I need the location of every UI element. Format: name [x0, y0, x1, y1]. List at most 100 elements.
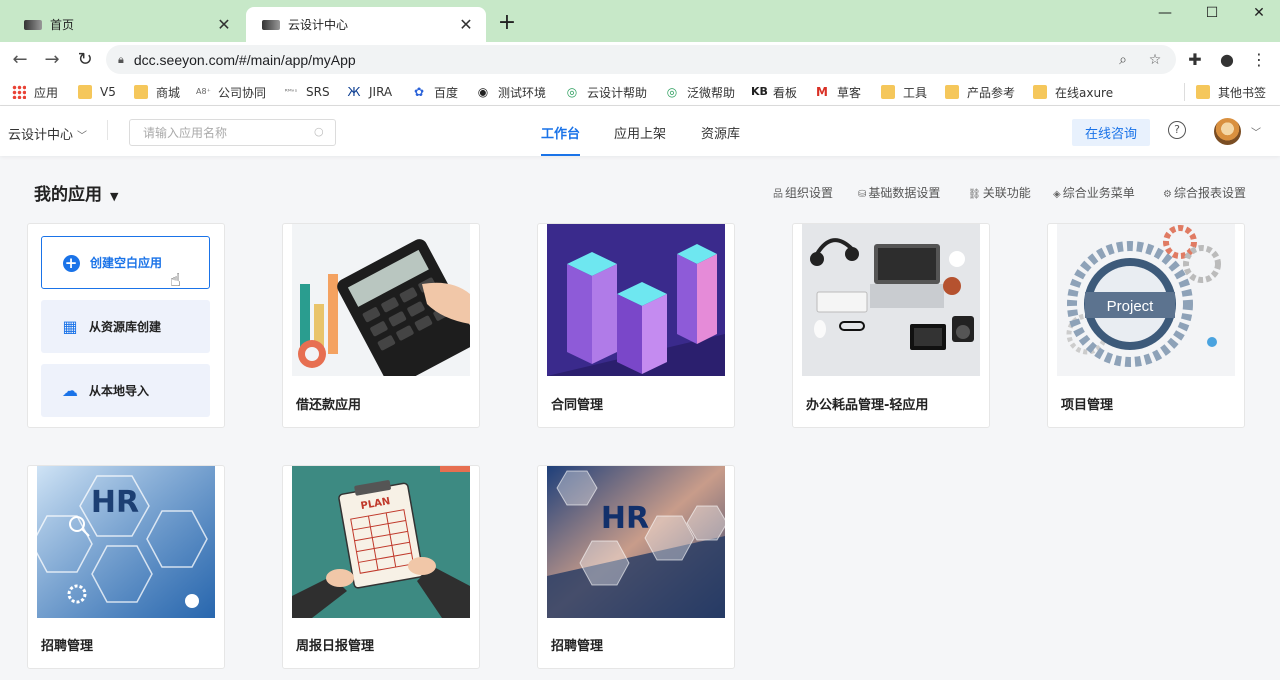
bookmark-label: SRS: [306, 85, 330, 99]
bookmark-label: 百度: [434, 85, 459, 100]
seeyon-favicon-icon: [24, 19, 42, 30]
extensions-puzzle-icon[interactable]: ✚: [1182, 47, 1208, 73]
bookmark-label: 在线axure: [1055, 85, 1114, 100]
chevron-down-icon: ﹀: [77, 131, 88, 142]
bookmark-jira[interactable]: Ж JIRA: [347, 82, 393, 102]
bookmark-caoke[interactable]: M 草客: [815, 82, 861, 102]
app-card[interactable]: Project 项目管理: [1047, 223, 1245, 428]
cloud-upload-icon: ☁: [62, 380, 78, 400]
hand-cursor-icon: ☝: [170, 270, 181, 291]
new-tab-button[interactable]: +: [495, 12, 519, 36]
close-icon[interactable]: ✕: [214, 15, 234, 34]
app-card[interactable]: HR 招聘管理: [27, 465, 225, 669]
app-name: 办公耗品管理-轻应用: [806, 398, 929, 413]
app-name: 招聘管理: [41, 639, 94, 654]
app-card[interactable]: 合同管理: [537, 223, 735, 428]
bookmark-label: V5: [100, 85, 116, 99]
forward-arrow-icon[interactable]: →: [38, 46, 66, 74]
address-bar[interactable]: 🔒︎ dcc.seeyon.com/#/main/app/myApp ⌕ ☆: [106, 45, 1176, 74]
close-icon[interactable]: ✕: [456, 15, 476, 34]
bookmark-apps[interactable]: 应用: [12, 82, 58, 102]
avatar[interactable]: [1214, 118, 1241, 145]
globe-icon: ◉: [477, 85, 489, 99]
database-icon: ⛁: [858, 189, 867, 200]
bookmark-v5[interactable]: V5: [78, 82, 116, 102]
window-close-icon[interactable]: ✕: [1236, 0, 1280, 28]
online-consult-button[interactable]: 在线咨询: [1072, 119, 1150, 146]
bookmark-label: 看板: [773, 85, 798, 100]
browser-tab-home[interactable]: 首页 ✕: [8, 7, 244, 42]
settings-label: 综合业务菜单: [1062, 186, 1135, 200]
create-blank-app-button[interactable]: + 创建空白应用: [41, 236, 210, 289]
bookmark-label: 其他书签: [1218, 85, 1267, 100]
bookmark-online-axure[interactable]: 在线axure: [1033, 82, 1113, 102]
app-card[interactable]: 办公耗品管理-轻应用: [792, 223, 990, 428]
zoom-icon[interactable]: ⌕: [1112, 49, 1134, 71]
linked-functions-link[interactable]: ⛓ 关联功能: [968, 184, 1031, 201]
bookmark-product-ref[interactable]: 产品参考: [945, 82, 1015, 102]
tab-resource-library[interactable]: 资源库: [701, 123, 740, 156]
page-title[interactable]: 我的应用 ▼: [34, 180, 118, 205]
hr-network-image: HR: [37, 466, 215, 618]
bookmark-label: 产品参考: [967, 85, 1016, 100]
bookmark-label: 草客: [837, 85, 862, 100]
app-name: 招聘管理: [551, 639, 604, 654]
baidu-icon: ✿: [413, 85, 425, 99]
app-card[interactable]: PLAN 周报日报管理: [282, 465, 480, 669]
layers-icon: ◈: [1053, 189, 1061, 200]
help-icon[interactable]: ?: [1168, 121, 1186, 139]
report-settings-link[interactable]: ⚙ 综合报表设置: [1163, 184, 1246, 201]
settings-label: 基础数据设置: [868, 186, 941, 200]
profile-icon[interactable]: ●: [1214, 47, 1240, 73]
minimize-icon[interactable]: —: [1142, 0, 1188, 28]
basic-data-settings-link[interactable]: ⛁ 基础数据设置: [858, 184, 940, 201]
business-menu-link[interactable]: ◈ 综合业务菜单: [1053, 184, 1135, 201]
app-card[interactable]: HR 招聘管理: [537, 465, 735, 669]
app-name: 周报日报管理: [296, 639, 375, 654]
folder-icon: [1033, 85, 1047, 99]
reload-icon[interactable]: ↻: [71, 46, 99, 74]
browser-toolbar: ← → ↻ 🔒︎ dcc.seeyon.com/#/main/app/myApp…: [0, 42, 1280, 77]
bookmark-srs[interactable]: ᴿᴹᵛˢ SRS: [284, 82, 330, 102]
browser-tab-design-center[interactable]: 云设计中心 ✕: [246, 7, 486, 42]
tab-workbench[interactable]: 工作台: [541, 123, 581, 156]
bookmark-test-env[interactable]: ◉ 测试环境: [476, 82, 546, 102]
org-settings-link[interactable]: 品组织设置: [773, 184, 833, 201]
org-icon: 品: [773, 189, 783, 200]
folder-icon: [881, 85, 895, 99]
bookmark-kanban[interactable]: KB 看板: [751, 82, 797, 102]
tab-app-listing[interactable]: 应用上架: [614, 123, 666, 156]
bookmark-fanwei-help[interactable]: ◎ 泛微帮助: [665, 82, 735, 102]
lock-icon: 🔒︎: [118, 52, 124, 66]
settings-label: 综合报表设置: [1173, 186, 1246, 200]
back-arrow-icon[interactable]: ←: [6, 46, 34, 74]
isometric-buildings-image: [547, 224, 725, 376]
apps-grid-icon: [12, 85, 26, 99]
bookmark-company-collab[interactable]: A8⁺ 公司协同: [196, 82, 266, 102]
menu-dots-icon[interactable]: ⋮: [1246, 47, 1272, 73]
app-name: 项目管理: [1061, 398, 1114, 413]
bookmark-tools[interactable]: 工具: [881, 82, 927, 102]
settings-label: 组织设置: [785, 186, 834, 200]
tab-title: 云设计中心: [288, 18, 349, 32]
bookmark-label: 测试环境: [498, 85, 547, 100]
bookmark-other[interactable]: 其他书签: [1196, 82, 1266, 102]
bookmark-label: 应用: [34, 85, 59, 100]
kb-icon: KB: [751, 85, 768, 98]
star-icon[interactable]: ☆: [1144, 49, 1166, 71]
bookmark-cloud-help[interactable]: ◎ 云设计帮助: [565, 82, 647, 102]
help-logo-icon: ◎: [566, 85, 578, 99]
app-selector[interactable]: 云设计中心 ﹀: [8, 124, 87, 143]
create-from-library-button[interactable]: ▦ 从资源库创建: [41, 300, 210, 353]
maximize-icon[interactable]: ☐: [1189, 0, 1235, 28]
search-icon[interactable]: ○: [314, 125, 324, 138]
project-gears-image: Project: [1057, 224, 1235, 376]
bookmark-mall[interactable]: 商城: [134, 82, 180, 102]
app-card[interactable]: 借还款应用: [282, 223, 480, 428]
folder-icon: [134, 85, 148, 99]
create-app-panel: + 创建空白应用 ▦ 从资源库创建 ☁ 从本地导入: [27, 223, 225, 428]
import-local-button[interactable]: ☁ 从本地导入: [41, 364, 210, 417]
app-search-input[interactable]: [129, 119, 336, 146]
chevron-down-icon[interactable]: ﹀: [1251, 124, 1261, 139]
bookmark-baidu[interactable]: ✿ 百度: [412, 82, 458, 102]
